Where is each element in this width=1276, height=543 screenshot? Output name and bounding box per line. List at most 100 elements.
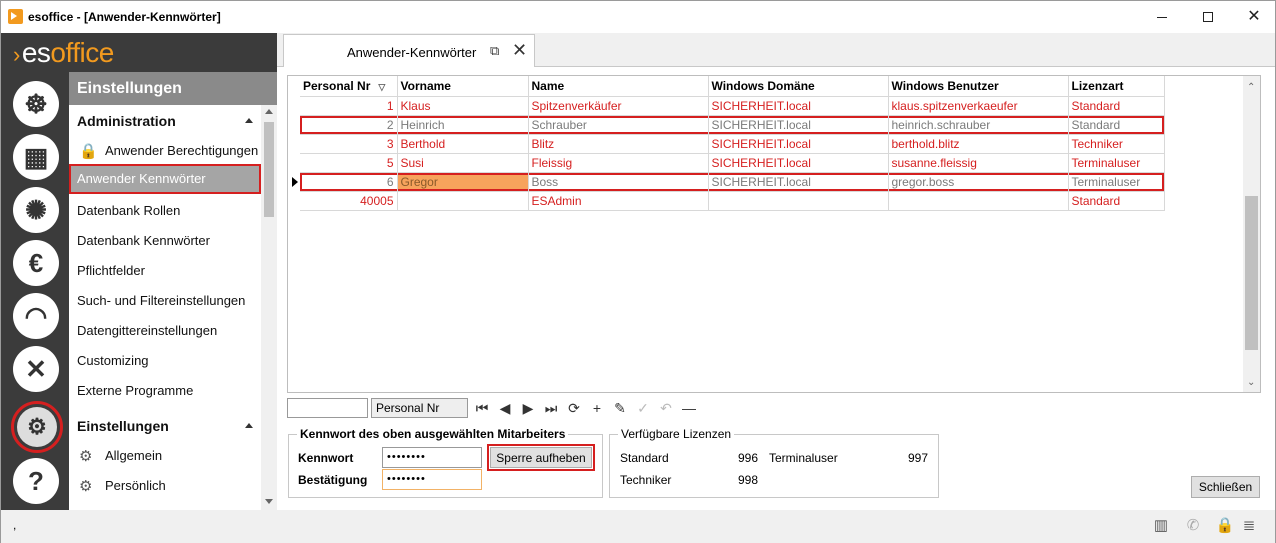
nav-group-administration[interactable]: Administration [69,107,261,135]
cell[interactable]: susanne.fleissig [888,153,1069,173]
cell[interactable]: Heinrich [397,115,529,135]
cell[interactable]: Fleissig [528,153,709,173]
delete-record-icon[interactable]: — [679,398,699,418]
scroll-down-icon[interactable]: ⌄ [1247,377,1255,388]
table-row[interactable]: 1 Klaus Spitzenverkäufer SICHERHEIT.loca… [300,96,1165,116]
filter-icon[interactable]: ▽ [378,82,385,92]
cell[interactable]: 40005 [300,191,398,211]
close-window-button[interactable]: ✕ [1231,1,1276,33]
close-tab-icon[interactable]: ✕ [512,40,527,61]
previous-record-icon[interactable]: ◀ [495,398,515,418]
tab-anwender-kennwoerter[interactable]: Anwender-Kennwörter ⧉ ✕ [283,34,535,67]
alarm-light-icon[interactable]: ✺ [13,187,59,233]
cell[interactable]: Terminaluser [1068,172,1165,192]
cell[interactable]: 2 [300,115,398,135]
help-icon[interactable]: ? [13,458,59,504]
scroll-thumb[interactable] [1245,196,1258,350]
table-row[interactable]: 3 Berthold Blitz SICHERHEIT.local bertho… [300,134,1165,154]
minimize-button[interactable] [1139,1,1185,33]
scroll-up-icon[interactable]: ⌃ [1247,82,1255,93]
table-row[interactable]: 5 Susi Fleissig SICHERHEIT.local susanne… [300,153,1165,173]
cell[interactable] [397,191,529,211]
phone-icon[interactable]: ✆ [1183,516,1203,536]
tools-icon[interactable]: ✕ [13,346,59,392]
password-field[interactable]: •••••••• [382,447,482,468]
nav-item-customizing[interactable]: Customizing [69,346,261,376]
cell[interactable]: SICHERHEIT.local [708,153,889,173]
nav-item-anwender-kennwoerter[interactable]: Anwender Kennwörter [69,164,261,194]
cell[interactable]: 1 [300,96,398,116]
cell[interactable]: SICHERHEIT.local [708,115,889,135]
headset-icon[interactable]: ◠ [13,293,59,339]
collapse-caret-icon[interactable] [245,118,253,123]
first-record-icon[interactable]: ⏮ [472,398,492,418]
cell[interactable]: Klaus [397,96,529,116]
next-record-icon[interactable]: ▶ [518,398,538,418]
abacus-icon[interactable]: ▦ [13,134,59,180]
last-record-icon[interactable]: ⏭ [541,398,561,418]
cell[interactable]: Spitzenverkäufer [528,96,709,116]
nav-group-einstellungen[interactable]: Einstellungen [69,412,261,440]
nav-item-datenbank-rollen[interactable]: Datenbank Rollen [69,196,261,226]
nav-item-datenbank-kennwoerter[interactable]: Datenbank Kennwörter [69,226,261,256]
cell[interactable]: klaus.spitzenverkaeufer [888,96,1069,116]
popout-icon[interactable]: ⧉ [490,43,499,59]
grid-scrollbar[interactable]: ⌃ ⌄ [1243,76,1260,392]
cell[interactable]: berthold.blitz [888,134,1069,154]
cell[interactable]: SICHERHEIT.local [708,96,889,116]
navigator-search-input[interactable] [287,398,368,418]
cell[interactable]: Susi [397,153,529,173]
gears-icon[interactable]: ⚙ [11,401,63,453]
cell[interactable]: Berthold [397,134,529,154]
nav-item-persoenlich[interactable]: ⚙ Persönlich [69,471,261,501]
edit-record-icon[interactable]: ✎ [610,398,630,418]
column-header-vorname[interactable]: Vorname [397,76,529,97]
cell[interactable] [708,191,889,211]
cell[interactable] [888,191,1069,211]
nav-item-pflichtfelder[interactable]: Pflichtfelder [69,256,261,286]
cell[interactable]: 3 [300,134,398,154]
scroll-thumb[interactable] [264,122,274,217]
column-header-windows-domaene[interactable]: Windows Domäne [708,76,889,97]
cell[interactable]: Boss [528,172,709,192]
cell[interactable]: Standard [1068,115,1165,135]
column-header-name[interactable]: Name [528,76,709,97]
nav-item-allgemein[interactable]: ⚙ Allgemein [69,441,261,471]
cell-focused[interactable]: Gregor [397,172,529,192]
database-icon[interactable]: ≣ [1239,516,1259,536]
nav-item-externe-programme[interactable]: Externe Programme [69,376,261,406]
cell[interactable]: 6 [300,172,398,192]
maximize-button[interactable] [1185,1,1231,33]
nav-item-anwender-berechtigungen[interactable]: 🔒 Anwender Berechtigungen [69,136,261,166]
cell[interactable]: Terminaluser [1068,153,1165,173]
cell[interactable]: SICHERHEIT.local [708,172,889,192]
table-row-selected[interactable]: 6 Gregor Boss SICHERHEIT.local gregor.bo… [300,172,1165,192]
collapse-caret-icon[interactable] [245,423,253,428]
building-icon[interactable]: ▥ [1151,516,1171,536]
euro-icon[interactable]: € [13,240,59,286]
lock-icon[interactable]: 🔒 [1215,516,1235,536]
cell[interactable]: Blitz [528,134,709,154]
confirm-password-field[interactable]: •••••••• [382,469,482,490]
table-row[interactable]: 40005 ESAdmin Standard [300,191,1165,211]
cell[interactable]: Schrauber [528,115,709,135]
cell[interactable]: SICHERHEIT.local [708,134,889,154]
column-header-windows-benutzer[interactable]: Windows Benutzer [888,76,1069,97]
cell[interactable]: Techniker [1068,134,1165,154]
add-record-icon[interactable]: + [587,398,607,418]
scroll-down-icon[interactable] [265,499,273,504]
cell[interactable]: 5 [300,153,398,173]
unlock-button[interactable]: Sperre aufheben [487,444,595,471]
cell[interactable]: heinrich.schrauber [888,115,1069,135]
nav-item-such-filtereinstellungen[interactable]: Such- und Filtereinstellungen [69,286,261,316]
nav-scrollbar[interactable] [261,105,277,510]
cell[interactable]: Standard [1068,96,1165,116]
refresh-icon[interactable]: ⟳ [564,398,584,418]
scroll-up-icon[interactable] [265,109,273,114]
table-row[interactable]: 2 Heinrich Schrauber SICHERHEIT.local he… [300,115,1165,135]
helm-icon[interactable]: ☸ [13,81,59,127]
column-header-personal-nr[interactable]: Personal Nr ▽ [300,76,398,97]
cell[interactable]: ESAdmin [528,191,709,211]
cell[interactable]: gregor.boss [888,172,1069,192]
cell[interactable]: Standard [1068,191,1165,211]
